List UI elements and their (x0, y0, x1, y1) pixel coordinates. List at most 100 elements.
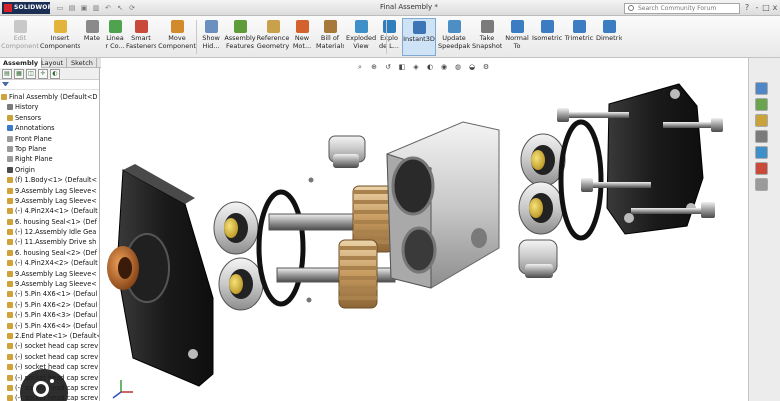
view-palette-icon[interactable] (755, 146, 768, 159)
feature-tree-icon[interactable]: ▤ (2, 69, 12, 79)
lower-fitting-part[interactable] (518, 239, 558, 278)
rebuild-icon[interactable]: ⟳ (128, 3, 136, 13)
dowel-pin-part[interactable] (308, 177, 314, 183)
save-icon[interactable]: ▣ (80, 3, 88, 13)
appearances-icon[interactable] (755, 162, 768, 175)
trimetric-button[interactable]: Trimetric (564, 18, 594, 56)
new-motion-button[interactable]: New Mot... (290, 18, 314, 56)
undo-icon[interactable]: ↶ (104, 3, 112, 13)
tree-item[interactable]: Sensors (0, 113, 99, 123)
take-snapshot-button[interactable]: Take Snapshot (472, 18, 502, 56)
select-icon[interactable]: ↖ (116, 3, 124, 13)
dowel-pin-part[interactable] (306, 297, 312, 303)
smart-fasteners-button[interactable]: Smart Fasteners (126, 18, 156, 56)
tree-item[interactable]: (-) 11.Assembly Drive sh (0, 237, 99, 247)
tree-item[interactable]: (-) 5.Pin 4X6<4> (Defaul (0, 321, 99, 331)
search-input[interactable]: Search Community Forum (624, 3, 740, 14)
print-icon[interactable]: ▥ (92, 3, 100, 13)
zoom-area-icon[interactable]: ⊕ (369, 61, 379, 73)
dimetric-button[interactable]: Dimetric (596, 18, 622, 56)
reference-geometry-button[interactable]: Reference Geometry (256, 18, 290, 56)
left-lag-sleeve-lower[interactable] (218, 257, 264, 311)
right-lag-sleeve-upper[interactable] (520, 133, 566, 187)
tree-item[interactable]: 9.Assembly Lag Sleeve< (0, 269, 99, 279)
instant3d-button[interactable]: Instant3D (402, 18, 436, 56)
tree-item[interactable]: (-) 4.Pin2X4<2> (Default (0, 258, 99, 268)
open-icon[interactable]: ▤ (68, 3, 76, 13)
bill-of-materials-button[interactable]: Bill of Materials (316, 18, 344, 56)
resources-icon[interactable] (755, 98, 768, 111)
right-lag-sleeve-lower[interactable] (518, 181, 564, 235)
tree-item[interactable]: Final Assembly (Default<D (0, 92, 99, 102)
update-speedpak-button[interactable]: Update Speedpak (438, 18, 470, 56)
explode-line-button[interactable]: Explo de L... (377, 18, 401, 56)
edit-component-button[interactable]: Edit Component (0, 18, 40, 56)
home-icon[interactable] (755, 82, 768, 95)
tree-item[interactable]: (-) 4.Pin2X4<1> (Default (0, 206, 99, 216)
tree-item[interactable]: (-) 5.Pin 4X6<3> (Defaul (0, 310, 99, 320)
part-icon (7, 197, 13, 204)
tree-item[interactable]: 9.Assembly Lag Sleeve< (0, 279, 99, 289)
tree-item[interactable]: (f) 1.Body<1> (Default< (0, 175, 99, 185)
view-orientation-icon[interactable]: ◈ (411, 61, 421, 73)
configuration-icon[interactable]: ◫ (26, 69, 36, 79)
bronze-bushing-part[interactable] (107, 246, 139, 290)
display-style-icon[interactable]: ◐ (425, 61, 435, 73)
design-library-icon[interactable] (755, 114, 768, 127)
zoom-fit-icon[interactable]: ⌕ (355, 61, 365, 73)
show-hidden-button[interactable]: Show Hid... (200, 18, 222, 56)
dimxpert-icon[interactable]: ✛ (38, 69, 48, 79)
close-button[interactable]: x (770, 3, 780, 13)
view-settings-icon[interactable]: ⚙ (481, 61, 491, 73)
pump-body-part[interactable] (386, 121, 500, 289)
apply-scene-icon[interactable]: ◒ (467, 61, 477, 73)
tree-item[interactable]: 6. housing Seal<2> (Def (0, 248, 99, 258)
tree-item[interactable]: 9.Assembly Lag Sleeve< (0, 186, 99, 196)
ribbon-label: Linea r Co... (105, 35, 125, 50)
tree-item[interactable]: 2.End Plate<1> (Default< (0, 331, 99, 341)
tree-item[interactable]: (-) 5.Pin 4X6<1> (Defaul (0, 289, 99, 299)
isometric-button[interactable]: Isometric (532, 18, 562, 56)
tree-item[interactable]: Top Plane (0, 144, 99, 154)
tab-sketch[interactable]: Sketch (68, 58, 97, 68)
linear-component-button[interactable]: Linea r Co... (104, 18, 126, 56)
tree-item[interactable]: Front Plane (0, 134, 99, 144)
normal-to-button[interactable]: Normal To (504, 18, 530, 56)
graphics-area[interactable]: ⌕ ⊕ ↺ ◧ ◈ ◐ ◉ ◍ ◒ ⚙ (101, 58, 748, 401)
tree-item[interactable]: 6. housing Seal<1> (Def (0, 217, 99, 227)
tree-item[interactable]: History (0, 102, 99, 112)
file-explorer-icon[interactable] (755, 130, 768, 143)
left-housing-seal[interactable] (256, 189, 306, 307)
tab-layout[interactable]: Layout (38, 58, 68, 68)
property-manager-icon[interactable]: ▦ (14, 69, 24, 79)
tab-assembly[interactable]: Assembly (0, 58, 43, 68)
assembly-features-button[interactable]: Assembly Features (224, 18, 256, 56)
tree-item[interactable]: (-) socket head cap screv (0, 352, 99, 362)
tree-item[interactable]: Origin (0, 165, 99, 175)
custom-properties-icon[interactable] (755, 178, 768, 191)
insert-components-button[interactable]: Insert Components (40, 18, 80, 56)
ribbon-label: Smart Fasteners (126, 35, 156, 50)
tree-item[interactable]: 9.Assembly Lag Sleeve< (0, 196, 99, 206)
display-manager-icon[interactable]: ◐ (50, 69, 60, 79)
left-lag-sleeve-upper[interactable] (213, 201, 259, 255)
tree-item[interactable]: Right Plane (0, 154, 99, 164)
edit-appearance-icon[interactable]: ◍ (453, 61, 463, 73)
move-component-button[interactable]: Move Component (156, 18, 198, 56)
tree-item[interactable]: (-) socket head cap screv (0, 341, 99, 351)
tree-item[interactable]: (-) 5.Pin 4X6<2> (Defaul (0, 300, 99, 310)
upper-fitting-part[interactable] (328, 135, 366, 168)
previous-view-icon[interactable]: ↺ (383, 61, 393, 73)
tree-item[interactable]: (-) 12.Assembly Idle Gea (0, 227, 99, 237)
help-button[interactable]: ? (742, 3, 752, 13)
idle-gear-part[interactable] (338, 239, 378, 309)
app-logo[interactable]: SOLIDWORKS (2, 2, 50, 14)
mate-button[interactable]: Mate (82, 18, 102, 56)
exploded-view-button[interactable]: Exploded View (346, 18, 376, 56)
new-document-icon[interactable]: ▭ (56, 3, 64, 13)
tree-item[interactable]: Annotations (0, 123, 99, 133)
tree-filter[interactable] (0, 80, 99, 90)
hide-show-icon[interactable]: ◉ (439, 61, 449, 73)
section-view-icon[interactable]: ◧ (397, 61, 407, 73)
ribbon-label: Instant3D (403, 36, 435, 43)
